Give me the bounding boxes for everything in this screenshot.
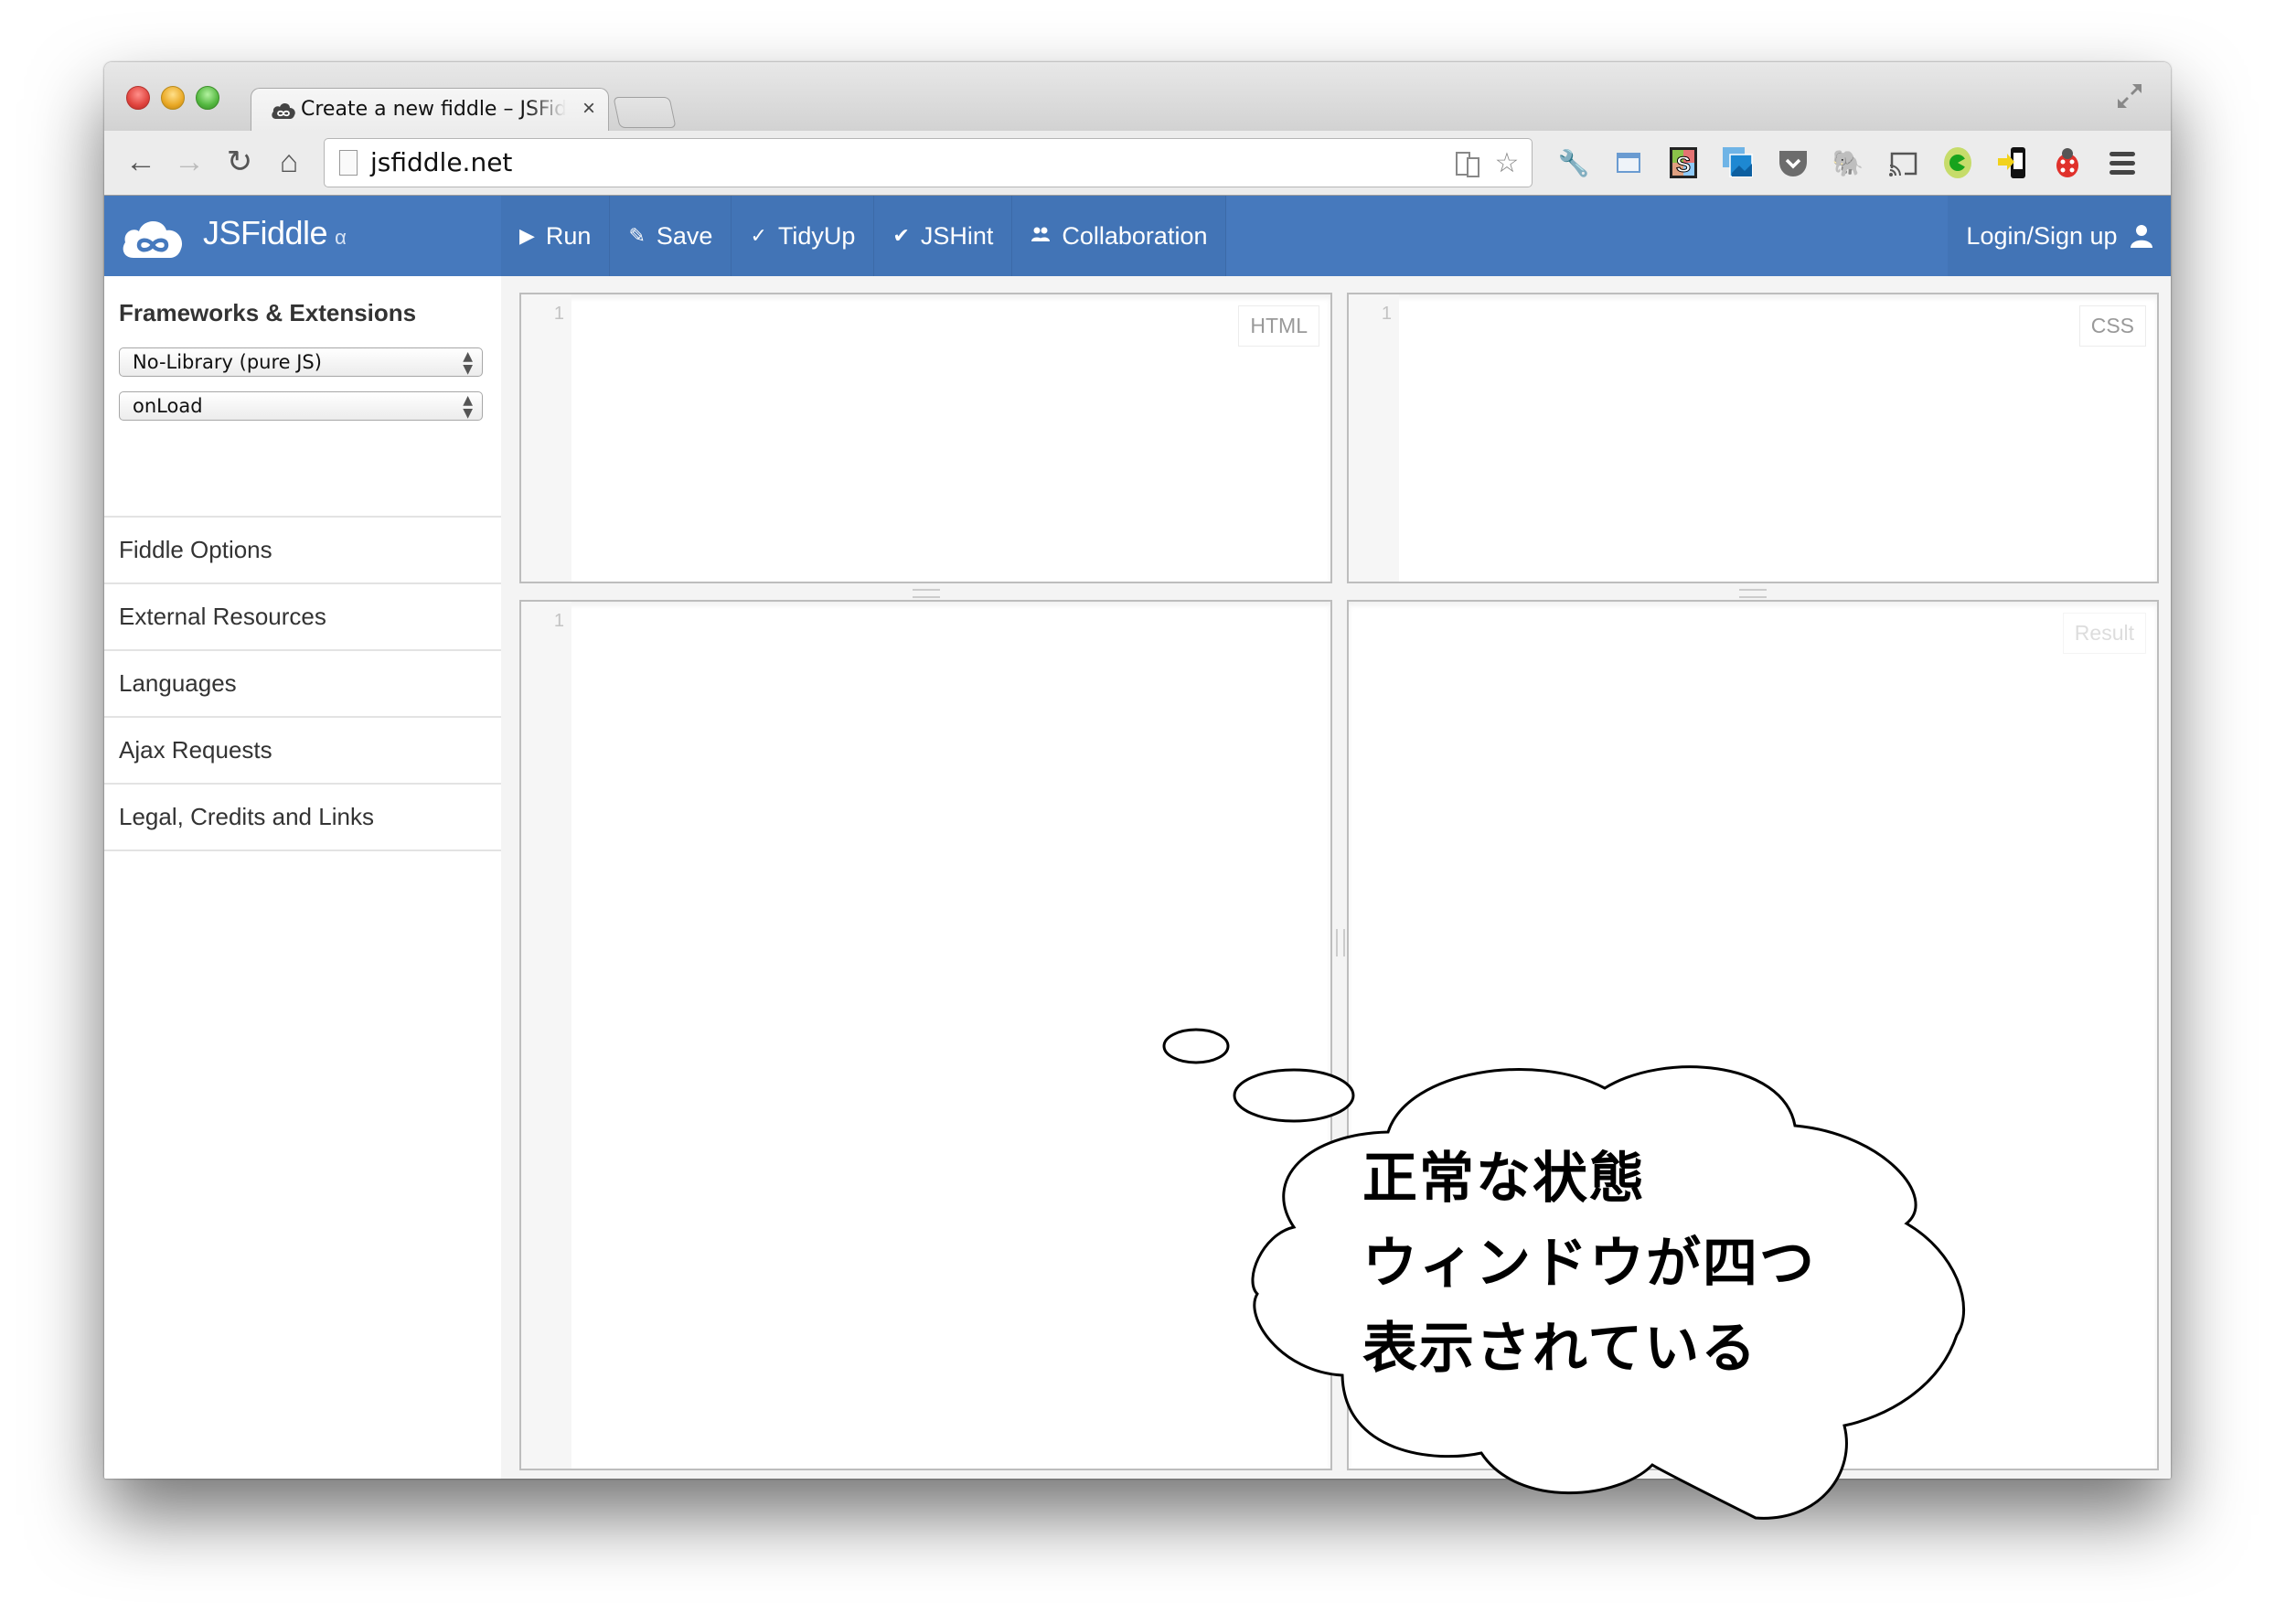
save-label: Save (656, 221, 713, 250)
logo-name: JSFiddle (203, 214, 328, 251)
run-button[interactable]: ▶ Run (501, 196, 611, 276)
jsfiddle-favicon-icon (272, 102, 295, 119)
javascript-panel[interactable]: 1 (519, 600, 1332, 1470)
home-button[interactable]: ⌂ (271, 144, 307, 180)
fullscreen-icon[interactable] (2114, 80, 2145, 112)
s-extension-icon[interactable]: S (1666, 145, 1701, 180)
tab-jsfiddle[interactable]: Create a new fiddle – JSFiddle × (251, 88, 609, 133)
new-tab-button[interactable] (613, 97, 677, 128)
image-viewer-icon[interactable] (1721, 145, 1756, 180)
sidebar-menu: Fiddle Options External Resources Langua… (104, 516, 501, 851)
browser-toolbar: ← → ↻ ⌂ jsfiddle.net ☆ 🔧 S 🐘 (104, 131, 2171, 196)
horizontal-resize-handle[interactable] (1739, 589, 1767, 598)
sidebar-item-ajax-requests[interactable]: Ajax Requests (104, 716, 501, 783)
user-icon (2130, 225, 2152, 248)
device-mode-icon[interactable] (1453, 148, 1484, 179)
menu-icon[interactable] (2105, 145, 2140, 180)
framework-select[interactable]: No-Library (pure JS) ▲ ▼ (119, 347, 483, 377)
page-icon (339, 150, 358, 176)
url-text[interactable]: jsfiddle.net (370, 147, 512, 177)
back-button[interactable]: ← (123, 144, 159, 180)
browser-window: Create a new fiddle – JSFiddle × ← → ↻ ⌂… (104, 62, 2171, 1479)
login-signup-button[interactable]: Login/Sign up (1948, 196, 2171, 276)
collaboration-label: Collaboration (1062, 221, 1208, 250)
framework-select-value: No-Library (pure JS) (133, 351, 322, 373)
play-icon: ▶ (519, 224, 535, 247)
tab-title: Create a new fiddle – JSFiddle (301, 98, 566, 121)
tidyup-button[interactable]: ✓ TidyUp (732, 196, 875, 276)
sidebar-item-languages[interactable]: Languages (104, 649, 501, 716)
green-extension-icon[interactable] (1940, 145, 1975, 180)
action-bar: ▶ Run ✎ Save ✓ TidyUp ✔ JSHint Collabora… (501, 196, 1227, 276)
jshint-button[interactable]: ✔ JSHint (874, 196, 1013, 276)
annotation-line-3: 表示されている (1362, 1317, 1758, 1381)
sidebar-item-fiddle-options[interactable]: Fiddle Options (104, 516, 501, 582)
annotation-line-2: ウィンドウが四つ (1362, 1232, 1816, 1296)
tidyup-label: TidyUp (777, 221, 856, 250)
html-panel-label: HTML (1238, 305, 1319, 347)
run-label: Run (545, 221, 592, 250)
reload-button[interactable]: ↻ (221, 144, 258, 180)
ladybug-icon[interactable] (2050, 145, 2085, 180)
horizontal-resize-handle[interactable] (913, 589, 940, 598)
key-tool-icon[interactable]: 🔧 (1556, 145, 1591, 180)
close-window-button[interactable] (126, 86, 150, 110)
logo-alpha-badge: α (335, 226, 347, 249)
sidebar-item-legal-credits-links[interactable]: Legal, Credits and Links (104, 783, 501, 851)
sidebar: Frameworks & Extensions No-Library (pure… (104, 276, 501, 1479)
js-gutter: 1 (521, 602, 571, 1469)
tab-strip: Create a new fiddle – JSFiddle × (104, 62, 2171, 133)
css-panel[interactable]: 1 CSS (1347, 293, 2159, 583)
evernote-icon[interactable]: 🐘 (1831, 145, 1865, 180)
forward-button[interactable]: → (171, 144, 208, 180)
css-panel-label: CSS (2078, 305, 2146, 347)
pocket-icon[interactable] (1776, 145, 1810, 180)
select-arrows-icon: ▲ ▼ (463, 393, 473, 421)
html-gutter: 1 (521, 294, 571, 582)
vertical-resize-handle[interactable] (1336, 929, 1345, 956)
cast-icon[interactable] (1885, 145, 1920, 180)
login-label: Login/Sign up (1966, 221, 2118, 250)
html-panel[interactable]: 1 HTML (519, 293, 1332, 583)
result-panel-label: Result (2062, 613, 2146, 654)
css-gutter: 1 (1349, 294, 1399, 582)
load-type-select[interactable]: onLoad ▲ ▼ (119, 391, 483, 421)
line-number: 1 (1381, 304, 1392, 324)
phone-transfer-icon[interactable] (1995, 145, 2030, 180)
check-icon: ✔ (892, 224, 910, 247)
zoom-window-button[interactable] (196, 86, 219, 110)
editor-area: 1 HTML 1 CSS 1 Result (501, 276, 2171, 1479)
logo-text: JSFiddle α (203, 214, 347, 252)
users-icon (1031, 224, 1051, 248)
jsfiddle-cloud-icon (123, 220, 183, 258)
logo[interactable]: JSFiddle α (104, 196, 501, 276)
bookmark-star-icon[interactable]: ☆ (1491, 148, 1522, 179)
line-number: 1 (553, 304, 564, 324)
minimize-window-button[interactable] (161, 86, 185, 110)
save-button[interactable]: ✎ Save (610, 196, 732, 276)
app-header: JSFiddle α ▶ Run ✎ Save ✓ TidyUp ✔ JSHint (104, 196, 2171, 276)
select-arrows-icon: ▲ ▼ (463, 349, 473, 377)
annotation-line-1: 正常な状態 (1362, 1147, 1646, 1211)
sidebar-item-external-resources[interactable]: External Resources (104, 582, 501, 649)
tab-close-icon[interactable]: × (582, 96, 595, 122)
address-bar[interactable]: jsfiddle.net ☆ (324, 138, 1533, 187)
sidebar-title: Frameworks & Extensions (119, 299, 417, 326)
pencil-icon: ✎ (628, 224, 646, 247)
line-number: 1 (553, 611, 564, 631)
svg-text:S: S (1676, 153, 1691, 177)
collaboration-button[interactable]: Collaboration (1012, 196, 1227, 276)
screen-capture-icon[interactable] (1611, 145, 1646, 180)
load-type-select-value: onLoad (133, 395, 203, 417)
broom-icon: ✓ (750, 224, 767, 247)
jshint-label: JSHint (920, 221, 994, 250)
